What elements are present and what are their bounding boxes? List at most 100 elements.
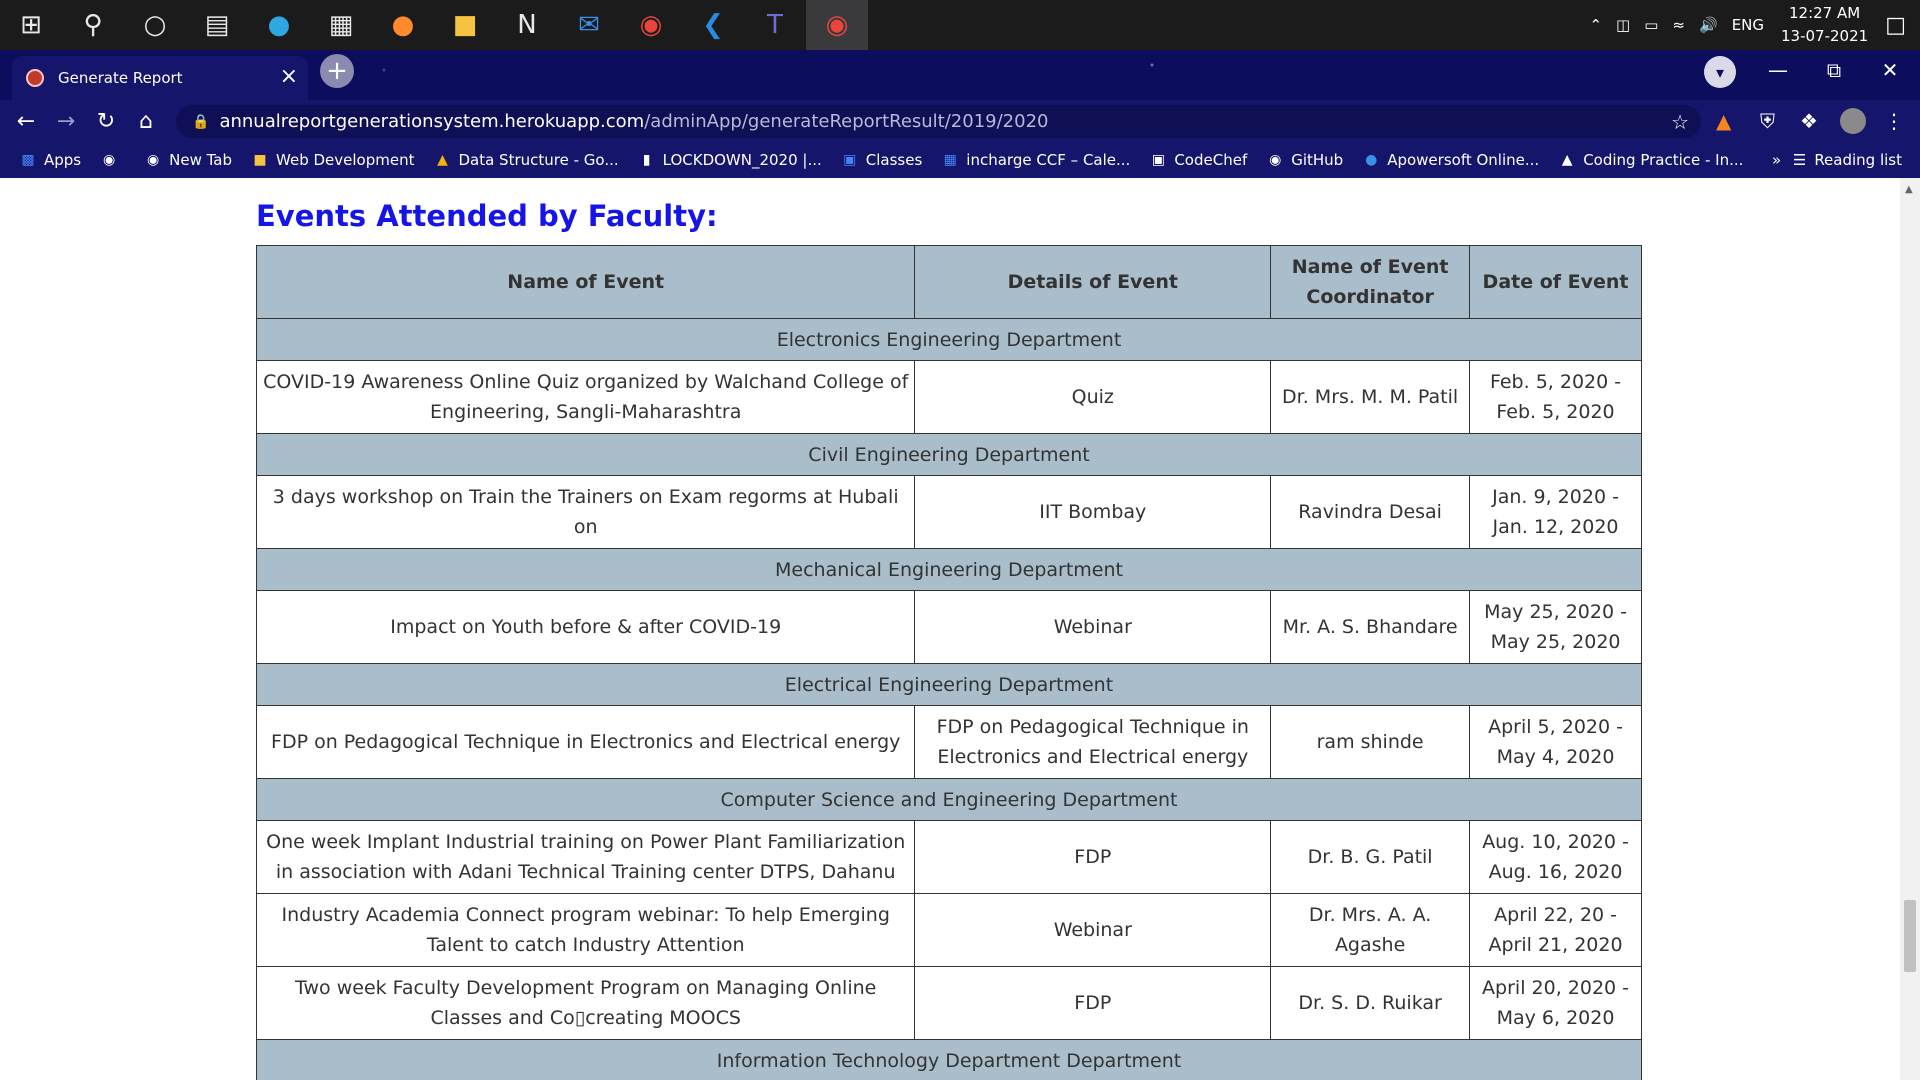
folder-icon: ■ <box>253 152 267 168</box>
cell-date: Feb. 5, 2020 - Feb. 5, 2020 <box>1469 360 1642 434</box>
cell-coordinator: Dr. Mrs. A. A. Agashe <box>1270 893 1471 967</box>
calendar-icon: ▦ <box>943 152 957 168</box>
department-row: Electrical Engineering Department <box>256 663 1642 706</box>
cortana-icon[interactable]: ○ <box>124 0 186 50</box>
new-tab-button[interactable]: + <box>320 54 354 88</box>
bookmark-web-development[interactable]: ■ Web Development <box>252 151 414 169</box>
classroom-icon: ▣ <box>843 152 857 168</box>
department-row: Civil Engineering Department <box>256 433 1642 476</box>
table-header-row: Name of Event Details of Event Name of E… <box>255 245 1642 319</box>
tab-search-icon[interactable]: ▾ <box>1704 56 1736 88</box>
bookmark-coding-practice[interactable]: ▲ Coding Practice - In... <box>1559 151 1744 169</box>
table-row: FDP on Pedagogical Technique in Electron… <box>255 705 1642 779</box>
forward-icon[interactable]: → <box>46 101 86 141</box>
minimize-icon[interactable]: — <box>1750 50 1806 90</box>
restore-icon[interactable]: ⧉ <box>1806 50 1862 90</box>
url-path: /adminApp/generateReportResult/2019/2020 <box>644 111 1049 132</box>
lock-icon[interactable]: 🔒 <box>192 114 209 130</box>
section-title: Events Attended by Faculty: <box>256 199 718 233</box>
bookmark-codechef[interactable]: ▣ CodeChef <box>1150 151 1248 169</box>
firefox-icon[interactable]: ● <box>372 0 434 50</box>
clock-date: 13-07-2021 <box>1781 27 1869 45</box>
bookmark-lockdown[interactable]: ▮ LOCKDOWN_2020 |... <box>639 151 822 169</box>
notification-icon[interactable]: □ <box>1885 13 1906 38</box>
header-name-of-event: Name of Event <box>255 245 916 319</box>
globe-icon: ◉ <box>147 152 160 168</box>
globe-icon: ◉ <box>103 152 116 168</box>
task-view-icon[interactable]: ▤ <box>186 0 248 50</box>
bookmark-globe[interactable]: ◉ <box>101 152 125 168</box>
reading-list-button[interactable]: ☰ Reading list <box>1793 142 1902 178</box>
address-bar[interactable]: 🔒 annualreportgenerationsystem.herokuapp… <box>176 105 1701 138</box>
mail-icon[interactable]: ✉ <box>558 0 620 50</box>
bookmarks-bar: ▩ Apps ◉ ◉ New Tab ■ Web Development ▲ Data … <box>0 142 1920 178</box>
cell-event-name: One week Implant Industrial training on … <box>255 820 916 894</box>
teams-icon[interactable]: T <box>744 0 806 50</box>
department-row: Computer Science and Engineering Departm… <box>256 778 1642 821</box>
menu-kebab-icon[interactable]: ⋮ <box>1884 100 1904 142</box>
shield-icon[interactable]: ⛨ <box>1760 100 1775 142</box>
clock-time: 12:27 AM <box>1789 4 1861 22</box>
tab-generate-report[interactable]: Generate Report × <box>12 56 308 100</box>
scroll-up-icon[interactable]: ▲ <box>1905 184 1913 195</box>
url-host: annualreportgenerationsystem.herokuapp.c… <box>219 111 645 132</box>
page-scrollbar[interactable]: ▲ <box>1900 178 1920 1080</box>
department-label: Civil Engineering Department <box>256 433 1642 476</box>
cell-event-name: Impact on Youth before & after COVID-19 <box>255 590 916 664</box>
bookmark-apowersoft[interactable]: ● Apowersoft Online... <box>1363 151 1539 169</box>
table-row: Two week Faculty Development Program on … <box>255 966 1642 1040</box>
bookmark-incharge-ccf[interactable]: ▦ incharge CCF – Cale... <box>942 151 1131 169</box>
vscode-icon[interactable]: ❮ <box>682 0 744 50</box>
chrome-profile-icon[interactable]: ◉ <box>806 0 868 50</box>
cell-event-name: COVID-19 Awareness Online Quiz organized… <box>255 360 916 434</box>
close-window-icon[interactable]: ✕ <box>1862 50 1918 90</box>
department-label: Computer Science and Engineering Departm… <box>256 778 1642 821</box>
cell-coordinator: ram shinde <box>1270 705 1471 779</box>
home-icon[interactable]: ⌂ <box>126 101 166 141</box>
store-icon[interactable]: ▦ <box>310 0 372 50</box>
cell-event-name: 3 days workshop on Train the Trainers on… <box>255 475 916 549</box>
bookmark-new-tab[interactable]: ◉ New Tab <box>145 151 232 169</box>
notion-icon[interactable]: N <box>496 0 558 50</box>
table-row: Industry Academia Connect program webina… <box>255 893 1642 967</box>
header-date-of-event: Date of Event <box>1469 245 1642 319</box>
apowersoft-icon: ● <box>1365 152 1378 168</box>
wifi-icon[interactable]: ≈ <box>1672 16 1685 34</box>
windows-start-icon[interactable]: ⊞ <box>0 0 62 50</box>
bookmarks-overflow-button[interactable]: » <box>1772 151 1781 169</box>
bookmark-classes[interactable]: ▣ Classes <box>842 151 922 169</box>
bookmark-data-structure[interactable]: ▲ Data Structure - Go... <box>434 151 619 169</box>
table-row: One week Implant Industrial training on … <box>255 820 1642 894</box>
bookmark-github[interactable]: ◉ GitHub <box>1267 151 1343 169</box>
clock[interactable]: 12:27 AM 13-07-2021 <box>1781 2 1868 48</box>
windows-taskbar: ⊞ ⚲ ○ ▤ ● ▦ ● ■ N ✉ ◉ ❮ T ◉ ⌃ ◫ ▭ ≈ 🔊 EN… <box>0 0 1920 50</box>
battery-icon[interactable]: ▭ <box>1644 16 1658 34</box>
volume-icon[interactable]: 🔊 <box>1699 16 1718 34</box>
cell-coordinator: Ravindra Desai <box>1270 475 1471 549</box>
coding-practice-icon: ▲ <box>1561 152 1573 168</box>
search-icon[interactable]: ⚲ <box>62 0 124 50</box>
chevron-up-icon[interactable]: ⌃ <box>1589 16 1602 34</box>
bookmark-apps[interactable]: ▩ Apps <box>20 151 81 169</box>
metamask-icon[interactable]: ▲ <box>1716 100 1731 142</box>
cell-event-name: FDP on Pedagogical Technique in Electron… <box>255 705 916 779</box>
avatar[interactable] <box>1840 100 1866 142</box>
bookmark-star-icon[interactable]: ☆ <box>1671 110 1689 134</box>
close-tab-icon[interactable]: × <box>280 64 298 89</box>
language-indicator[interactable]: ENG <box>1732 16 1764 34</box>
scrollbar-thumb[interactable] <box>1904 900 1916 972</box>
edge-icon[interactable]: ● <box>248 0 310 50</box>
codechef-icon: ▣ <box>1151 152 1165 168</box>
extensions-icon[interactable]: ❖ <box>1800 100 1818 142</box>
cell-event-details: FDP <box>914 966 1272 1040</box>
reload-icon[interactable]: ↻ <box>86 101 126 141</box>
document-icon: ▮ <box>642 152 651 168</box>
device-icon[interactable]: ◫ <box>1616 16 1630 34</box>
chrome-icon[interactable]: ◉ <box>620 0 682 50</box>
back-icon[interactable]: ← <box>6 101 46 141</box>
cell-date: April 5, 2020 - May 4, 2020 <box>1469 705 1642 779</box>
header-details-of-event: Details of Event <box>914 245 1272 319</box>
file-explorer-icon[interactable]: ■ <box>434 0 496 50</box>
cell-coordinator: Mr. A. S. Bhandare <box>1270 590 1471 664</box>
header-coordinator: Name of Event Coordinator <box>1270 245 1471 319</box>
